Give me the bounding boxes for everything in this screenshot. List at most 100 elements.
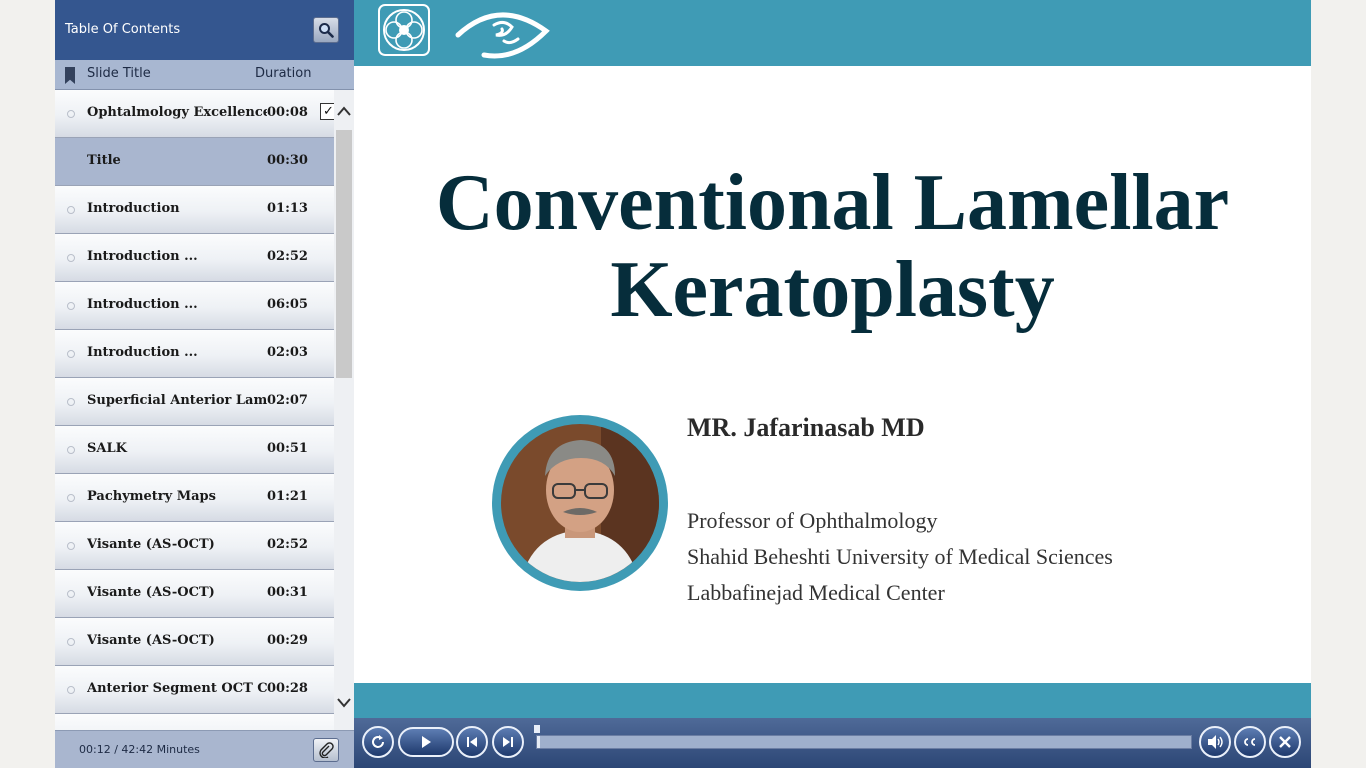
slide-row-duration: 02:07 bbox=[267, 393, 308, 408]
slide-row-duration: 00:08 bbox=[267, 105, 308, 120]
player-app: Table Of Contents Slide Title Duration O… bbox=[55, 0, 1311, 768]
paperclip-icon bbox=[319, 742, 334, 758]
column-slide-title: Slide Title bbox=[87, 66, 151, 81]
slide-title: Conventional Lamellar Keratoplasty bbox=[354, 160, 1311, 334]
slide-row-duration: 00:28 bbox=[267, 681, 308, 696]
skip-forward-icon bbox=[503, 737, 513, 747]
speaker-icon bbox=[1208, 735, 1223, 749]
slide-row-title: Introduction ... bbox=[87, 297, 198, 312]
slide-row-title: SALK bbox=[87, 441, 127, 456]
toc-title: Table Of Contents bbox=[65, 22, 181, 37]
slide-row-partial[interactable] bbox=[55, 714, 334, 730]
slide-row[interactable]: Introduction 01:13 bbox=[55, 186, 334, 234]
scrollbar-thumb[interactable] bbox=[336, 130, 352, 378]
slide-list: Ophtalmology Excellence 00:08 ✓ Title 00… bbox=[55, 90, 334, 730]
slide-footer-band bbox=[354, 683, 1311, 718]
toc-column-header: Slide Title Duration bbox=[55, 60, 354, 90]
presenter-photo bbox=[501, 424, 659, 582]
university-logo bbox=[378, 4, 430, 56]
bullet-icon bbox=[67, 590, 75, 598]
slide-row-title: Title bbox=[87, 153, 121, 168]
slide-row[interactable]: Introduction ... 06:05 bbox=[55, 282, 334, 330]
player-controls bbox=[354, 718, 1311, 768]
slide-row-duration: 01:21 bbox=[267, 489, 308, 504]
presenter-center: Labbafinejad Medical Center bbox=[687, 580, 945, 605]
slide-row[interactable]: SALK 00:51 bbox=[55, 426, 334, 474]
slide-row[interactable]: Introduction ... 02:52 bbox=[55, 234, 334, 282]
slide-row-title: Visante (AS-OCT) bbox=[87, 633, 215, 648]
bullet-icon bbox=[67, 638, 75, 646]
slide-canvas: Conventional Lamellar Keratoplasty MR. J… bbox=[354, 0, 1311, 718]
replay-icon bbox=[372, 735, 384, 748]
slide-row-duration: 01:13 bbox=[267, 201, 308, 216]
bullet-icon bbox=[67, 110, 75, 118]
chevron-up-icon[interactable] bbox=[336, 104, 352, 118]
slide-row[interactable]: Pachymetry Maps 01:21 bbox=[55, 474, 334, 522]
slide-title-line-1: Conventional Lamellar bbox=[435, 159, 1230, 247]
slide-row-selected[interactable]: Title 00:30 bbox=[55, 138, 334, 186]
close-icon bbox=[1279, 736, 1291, 748]
slide-row-duration: 02:52 bbox=[267, 249, 308, 264]
toc-footer: 00:12 / 42:42 Minutes bbox=[55, 730, 354, 768]
slide-row[interactable]: Anterior Segment OCT Ca... 00:28 bbox=[55, 666, 334, 714]
presenter-name: MR. Jafarinasab MD bbox=[687, 413, 925, 442]
progress-bar[interactable] bbox=[536, 735, 1192, 749]
slide-row-duration: 00:51 bbox=[267, 441, 308, 456]
playback-time-status: 00:12 / 42:42 Minutes bbox=[79, 743, 200, 756]
bullet-icon bbox=[67, 494, 75, 502]
slide-row[interactable]: Introduction ... 02:03 bbox=[55, 330, 334, 378]
captions-button[interactable] bbox=[1234, 726, 1266, 758]
closed-captions-icon bbox=[1244, 738, 1256, 746]
presenter-university: Shahid Beheshti University of Medical Sc… bbox=[687, 544, 1113, 569]
slide-row[interactable]: Ophtalmology Excellence 00:08 ✓ bbox=[55, 90, 334, 138]
slide-row-duration: 00:29 bbox=[267, 633, 308, 648]
slide-row-title: Visante (AS-OCT) bbox=[87, 585, 215, 600]
toc-header: Table Of Contents bbox=[55, 0, 354, 60]
play-button[interactable] bbox=[398, 727, 454, 757]
slide-row-duration: 00:30 bbox=[267, 153, 308, 168]
slide-row[interactable]: Visante (AS-OCT) 02:52 bbox=[55, 522, 334, 570]
replay-button[interactable] bbox=[362, 726, 394, 758]
bullet-icon bbox=[67, 302, 75, 310]
play-icon bbox=[422, 736, 431, 748]
slide-row-duration: 02:03 bbox=[267, 345, 308, 360]
slide-row-duration: 02:52 bbox=[267, 537, 308, 552]
slide-row[interactable]: Visante (AS-OCT) 00:29 bbox=[55, 618, 334, 666]
slide-row-duration: 06:05 bbox=[267, 297, 308, 312]
previous-slide-button[interactable] bbox=[456, 726, 488, 758]
column-duration: Duration bbox=[255, 66, 312, 81]
chevron-down-icon[interactable] bbox=[336, 696, 352, 710]
slide-row-title: Anterior Segment OCT Ca... bbox=[87, 681, 267, 696]
toc-scrollbar[interactable] bbox=[334, 90, 354, 730]
viewed-checkbox: ✓ bbox=[320, 103, 334, 120]
table-of-contents-panel: Table Of Contents Slide Title Duration O… bbox=[55, 0, 354, 768]
next-slide-button[interactable] bbox=[492, 726, 524, 758]
slide-row-title: Ophtalmology Excellence bbox=[87, 105, 267, 120]
bullet-icon bbox=[67, 398, 75, 406]
bullet-icon bbox=[67, 446, 75, 454]
close-button[interactable] bbox=[1269, 726, 1301, 758]
slide-row-title: Superficial Anterior Lamel... bbox=[87, 393, 267, 408]
slide-row-title: Introduction ... bbox=[87, 249, 198, 264]
eye-center-logo bbox=[455, 12, 550, 59]
progress-handle[interactable] bbox=[534, 725, 540, 733]
bookmark-icon bbox=[65, 67, 75, 84]
presenter-title: Professor of Ophthalmology bbox=[687, 508, 938, 533]
slide-header-band bbox=[354, 0, 1311, 66]
attachments-button[interactable] bbox=[313, 738, 339, 762]
slide-row[interactable]: Superficial Anterior Lamel... 02:07 bbox=[55, 378, 334, 426]
progress-fill bbox=[537, 736, 540, 748]
skip-back-icon bbox=[467, 737, 477, 747]
slide-row-duration: 00:31 bbox=[267, 585, 308, 600]
slide-row-title: Visante (AS-OCT) bbox=[87, 537, 215, 552]
bullet-icon bbox=[67, 542, 75, 550]
bullet-icon bbox=[67, 350, 75, 358]
slide-row[interactable]: Visante (AS-OCT) 00:31 bbox=[55, 570, 334, 618]
slide-title-line-2: Keratoplasty bbox=[610, 246, 1055, 334]
bullet-icon bbox=[67, 254, 75, 262]
search-button[interactable] bbox=[313, 17, 339, 43]
volume-button[interactable] bbox=[1199, 726, 1231, 758]
slide-row-title: Introduction bbox=[87, 201, 180, 216]
presenter-portrait bbox=[492, 415, 668, 591]
bullet-icon bbox=[67, 686, 75, 694]
